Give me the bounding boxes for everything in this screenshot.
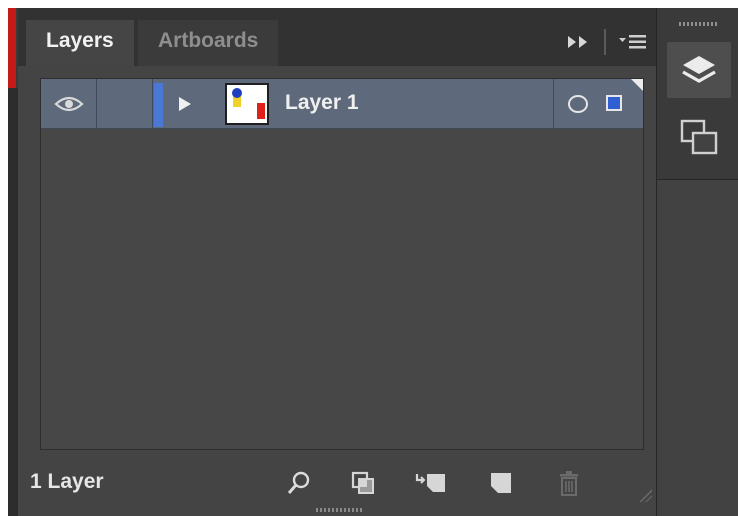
triangle-right-icon — [179, 97, 191, 111]
selection-indicator-icon[interactable] — [606, 95, 622, 111]
visibility-toggle[interactable] — [41, 79, 97, 128]
clipping-mask-button[interactable] — [346, 466, 380, 500]
panel-tab-tools — [566, 28, 648, 56]
canvas-strip — [8, 88, 18, 516]
dock-grip[interactable] — [679, 22, 719, 26]
panel-divider — [602, 29, 608, 55]
layer-row[interactable]: Layer 1 — [41, 79, 643, 129]
panel-menu-icon[interactable] — [618, 32, 648, 52]
dock-panel-group — [657, 8, 738, 180]
artboards-icon — [680, 119, 718, 155]
new-layer-button[interactable] — [484, 466, 518, 500]
dock-artboards-button[interactable] — [667, 110, 731, 166]
expand-toggle[interactable] — [173, 91, 197, 117]
resize-grip-icon[interactable] — [638, 488, 652, 502]
trash-icon — [560, 471, 578, 496]
eye-icon — [53, 96, 84, 111]
double-chevron-right-icon[interactable] — [566, 34, 592, 50]
lock-toggle[interactable] — [97, 79, 153, 128]
layer-count: 1 Layer — [30, 470, 104, 493]
layers-stack-icon — [682, 56, 716, 83]
selected-corner-marker — [631, 79, 643, 91]
layer-target-cell — [553, 79, 643, 128]
layer-thumbnail — [225, 83, 269, 125]
target-circle-icon[interactable] — [568, 95, 588, 113]
delete-layer-button[interactable] — [552, 466, 586, 500]
layer-name[interactable]: Layer 1 — [285, 89, 359, 117]
layer-color-indicator — [154, 83, 163, 127]
panel-tab-bar: Layers Artboards — [18, 8, 656, 66]
new-sublayer-button[interactable] — [414, 466, 448, 500]
clipping-mask-icon — [351, 471, 374, 494]
panel-bottom-grip[interactable] — [316, 508, 364, 512]
panel-footer: 1 Layer — [18, 458, 656, 508]
right-dock — [656, 8, 738, 516]
dock-layers-button[interactable] — [667, 42, 731, 98]
layers-panel: Layers Artboards Layer 1 1 Layer — [18, 8, 656, 516]
search-icon — [287, 471, 310, 494]
locate-object-button[interactable] — [282, 466, 316, 500]
tab-artboards[interactable]: Artboards — [138, 20, 279, 66]
new-sublayer-icon — [415, 474, 445, 492]
canvas-edge — [8, 8, 16, 88]
app-frame: Layers Artboards Layer 1 1 Layer — [8, 8, 738, 516]
new-layer-icon — [491, 473, 511, 493]
tab-layers[interactable]: Layers — [26, 20, 134, 66]
layers-list: Layer 1 — [40, 78, 644, 450]
